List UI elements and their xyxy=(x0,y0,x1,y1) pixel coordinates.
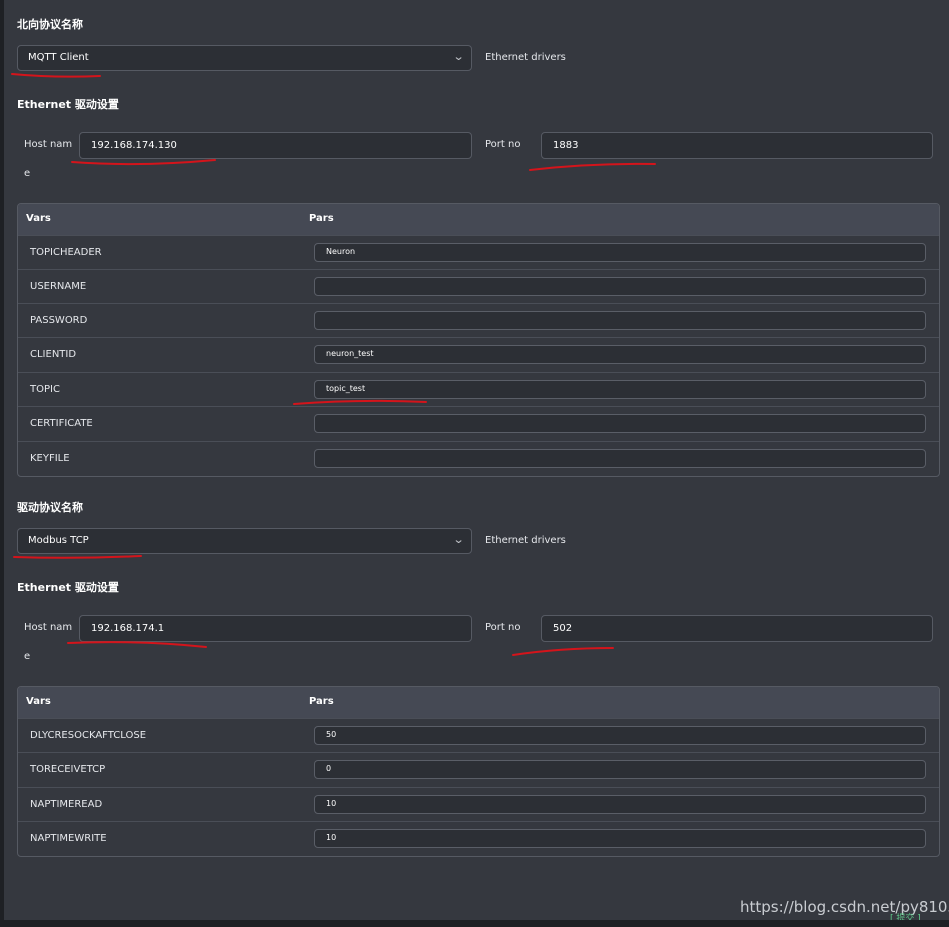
annotation-underline xyxy=(512,647,614,656)
annotation-underline xyxy=(11,73,101,78)
annotation-underline xyxy=(71,159,216,166)
annotation-underline xyxy=(293,399,427,405)
bottom-edge xyxy=(0,920,949,927)
annotation-underline xyxy=(13,555,142,559)
annotation-underline xyxy=(67,641,207,648)
annotation-strokes xyxy=(11,73,656,656)
annotation-underline xyxy=(529,162,656,171)
